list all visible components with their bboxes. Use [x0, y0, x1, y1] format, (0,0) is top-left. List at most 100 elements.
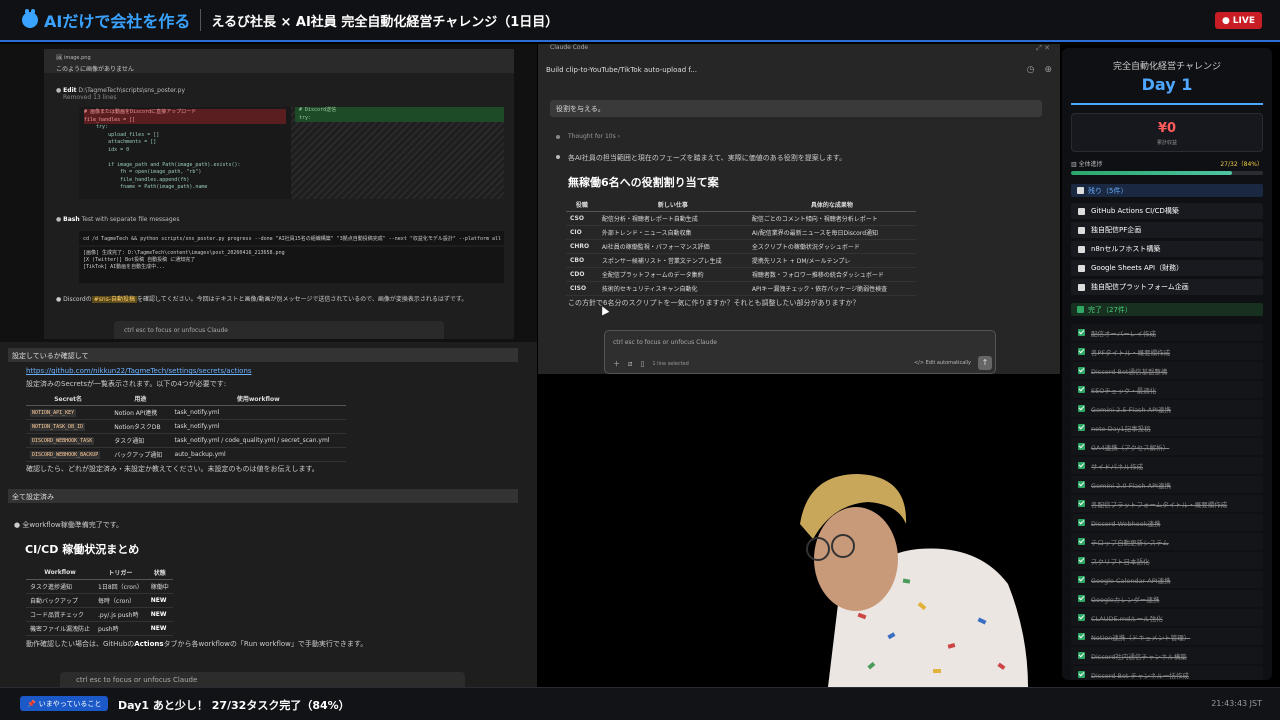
- claude-input[interactable]: ctrl esc to focus or unfocus Claude ＋ ⧄ …: [604, 330, 996, 374]
- done-task: サイドパネル作成: [1071, 457, 1263, 474]
- session-title[interactable]: Build clip-to-YouTube/TikTok auto-upload…: [546, 66, 697, 74]
- secrets-table: Secret名 用途 使用workflow NOTION_API_KEY Noti…: [26, 392, 346, 462]
- task-label: サイドパネル作成: [1091, 462, 1143, 471]
- file-icon[interactable]: ▯: [640, 360, 644, 368]
- code-lines: try: upload_files = [] attachments = [] …: [96, 124, 241, 190]
- pin-icon: 📌: [27, 699, 36, 708]
- checkbox-checked-icon: [1078, 367, 1085, 374]
- done-task: Google Calendar API連携: [1071, 571, 1263, 588]
- claude-panel[interactable]: Claude Code ⤢ ✕ Build clip-to-YouTube/Ti…: [538, 44, 1060, 374]
- live-label: LIVE: [1232, 15, 1255, 26]
- tab-claude-code[interactable]: Claude Code: [550, 44, 588, 51]
- checkbox-checked-icon: [1078, 329, 1085, 336]
- done-task: note Day1記事投稿: [1071, 419, 1263, 436]
- chart-icon: ▥: [1071, 161, 1077, 168]
- task-label: 独自配信プラットフォーム企画: [1091, 283, 1189, 291]
- task-label: スクリプト日本語化: [1091, 557, 1150, 566]
- secret-name: NOTION_TASK_DB_ID: [30, 423, 86, 431]
- status-cell: 稼働中: [146, 579, 173, 594]
- table-cell: タスク通知: [110, 433, 171, 448]
- done-task: 配信オーバーレイ作成: [1071, 324, 1263, 341]
- table-cell: Notion API連携: [110, 405, 171, 420]
- checkbox-checked-icon: [1078, 348, 1085, 355]
- done-task: GA4連携（アクセス解析）: [1071, 438, 1263, 455]
- chat-transcript[interactable]: 🖼 image.png このように画像がありません ● Edit D:\Tagm…: [44, 49, 514, 339]
- table-row: 機密ファイル漏洩防止 push時 NEW: [26, 621, 173, 636]
- robot-icon: [22, 9, 38, 28]
- table-header: Secret名: [26, 392, 111, 406]
- role-table: 役職 新しい仕事 具体的な成果物 CSO 配信分析・視聴者レポート自動生成 配信ごと…: [566, 198, 916, 296]
- done-task: Gemini 2.5 Flash API連携: [1071, 400, 1263, 417]
- slash-command-icon[interactable]: ⧄: [628, 360, 632, 369]
- add-icon[interactable]: ＋: [613, 359, 620, 369]
- left-bottom-panel[interactable]: 設定しているか確認して https://github.com/nikkun22/…: [0, 342, 537, 687]
- checkbox-checked-icon: [1078, 576, 1085, 583]
- task-label: SEOチェック・最適化: [1091, 386, 1157, 395]
- task-label: n8nセルフホスト構築: [1091, 245, 1161, 253]
- bash-command: cd /d TagmeTech && python scripts/sns_po…: [79, 231, 504, 245]
- role-cell: CHRO: [566, 239, 598, 254]
- diff-left: # 画像または動画をDiscordに直接アップロード file_handles =…: [79, 107, 291, 199]
- table-cell: 配信分析・視聴者レポート自動生成: [597, 211, 748, 226]
- table-cell: 毎時（cron）: [94, 593, 147, 608]
- chat-input[interactable]: ctrl esc to focus or unfocus Claude: [60, 672, 465, 687]
- secrets-intro: 設定済みのSecretsが一覧表示されます。以下の4つが必要です:: [26, 380, 227, 388]
- workflow-ready-text: 全workflow稼働準備完了です。: [22, 521, 123, 529]
- checkbox-checked-icon: [1078, 500, 1085, 507]
- task-label: Gemini 2.5 Flash API連携: [1091, 405, 1171, 414]
- task-label: Googleカレンダー連携: [1091, 595, 1160, 604]
- task-label: Discord社内通信チャンネル構築: [1091, 652, 1187, 661]
- edit-tool-row[interactable]: ● Edit D:\TagmeTech\scripts\sns_poster.p…: [56, 87, 185, 101]
- checkbox-empty-icon: [1078, 245, 1085, 253]
- table-cell: 1日8回（cron）: [94, 579, 147, 594]
- window-controls[interactable]: ⤢ ✕: [1036, 44, 1050, 53]
- role-cell: CISO: [566, 281, 598, 296]
- workflow-table: Workflow トリガー 状態 タスク進捗通知 1日8回（cron） 稼働中 自動…: [26, 566, 173, 636]
- progress-fill: [1071, 171, 1233, 175]
- table-cell: 外部トレンド・ニュース自動収集: [597, 225, 748, 240]
- checkbox-empty-icon: [1078, 264, 1085, 272]
- checkbox-checked-icon: [1078, 462, 1085, 469]
- github-secrets-link[interactable]: https://github.com/nikkun22/TagmeTech/se…: [26, 367, 252, 375]
- history-icon[interactable]: ◷: [1027, 65, 1035, 75]
- table-header: Workflow: [26, 566, 95, 580]
- task-label: 配信オーバーレイ作成: [1091, 329, 1156, 338]
- task-label: Discord Webhook連携: [1091, 519, 1161, 528]
- checkbox-checked-icon: [1078, 443, 1085, 450]
- task-label: CLAUDE.mdルール強化: [1091, 614, 1163, 623]
- checkbox-checked-icon: [1078, 595, 1085, 602]
- edit-mode-toggle[interactable]: </> Edit automatically: [914, 360, 971, 366]
- image-chip[interactable]: 🖼 image.png: [56, 55, 91, 61]
- table-cell: NotionタスクDB: [110, 419, 171, 434]
- secret-name: NOTION_API_KEY: [30, 409, 77, 417]
- task-label: GitHub Actions CI/CD構築: [1091, 207, 1179, 215]
- run-note-text: 動作確認したい場合は、GitHubの: [26, 640, 135, 648]
- new-session-icon[interactable]: ⊕: [1044, 65, 1052, 75]
- table-row: コード品質チェック .py/.js push時 NEW: [26, 607, 173, 622]
- bullet-icon: ●: [56, 296, 62, 303]
- progress-sidebar: 完全自動化経営チャレンジ Day 1 ¥0 累計収益 ▥ 全体進捗 27/32（…: [1062, 48, 1272, 680]
- table-cell: task_notify.yml: [170, 419, 346, 434]
- streamer-image: [800, 474, 1028, 687]
- task-label: Google Sheets API（財務）: [1091, 264, 1184, 272]
- divider: [1071, 103, 1263, 105]
- table-cell: 配信ごとのコメント傾向・視聴者分析レポート: [747, 211, 916, 226]
- thought-toggle[interactable]: Thought for 10s ›: [568, 133, 620, 140]
- revenue-value: ¥0: [1157, 121, 1177, 136]
- done-task: Discord Webhook連携: [1071, 514, 1263, 531]
- done-task: Discord Bot チャンネル一括作成: [1071, 666, 1263, 680]
- task-label: テロップ自動更新システム: [1091, 538, 1169, 547]
- status-cell: NEW: [146, 607, 173, 622]
- deleted-line: # 画像または動画をDiscordに直接アップロード: [84, 109, 286, 117]
- chat-input[interactable]: ctrl esc to focus or unfocus Claude: [114, 321, 444, 339]
- bullet-icon: ●: [56, 87, 62, 94]
- bullet-icon: [556, 155, 560, 159]
- cicd-heading: CI/CD 稼働状況まとめ: [25, 543, 140, 556]
- bash-tool-row[interactable]: ● Bash Test with separate file messages: [56, 216, 179, 223]
- send-button[interactable]: ↑: [978, 356, 992, 370]
- revenue-label: 累計収益: [1156, 140, 1177, 146]
- table-cell: 全スクリプトの稼働状況ダッシュボード: [747, 239, 916, 254]
- now-badge: 📌 いまやっていること: [20, 696, 109, 711]
- table-cell: 技術的セキュリティスキャン自動化: [597, 281, 748, 296]
- logo-text: AIだけで会社を作る: [44, 12, 191, 31]
